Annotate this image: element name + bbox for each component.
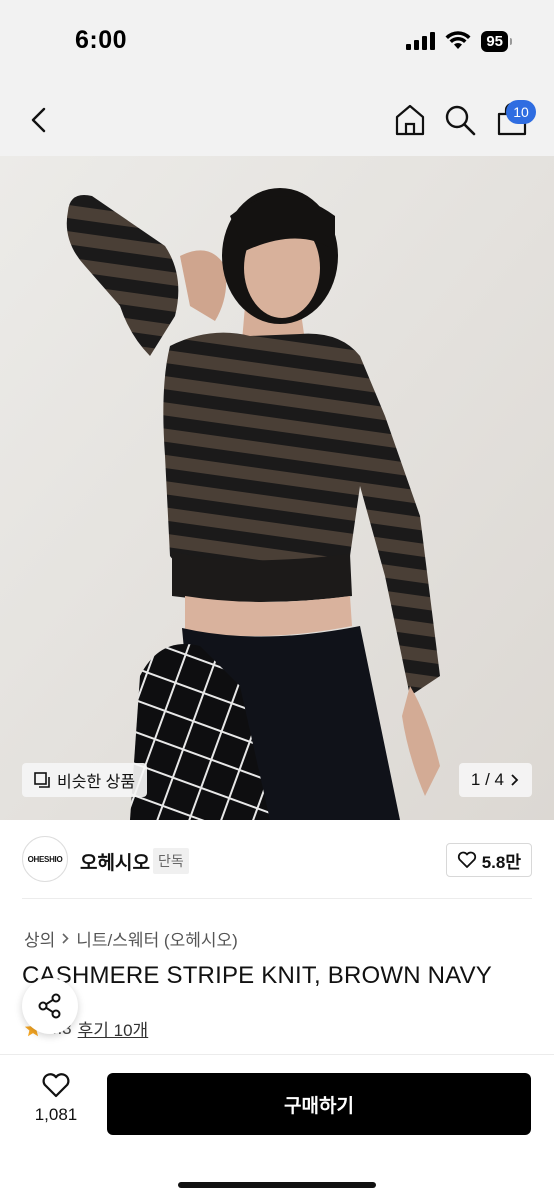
brand-logo[interactable]: OHESHIO (22, 836, 68, 882)
wishlist-count: 1,081 (34, 1105, 78, 1124)
wishlist-button[interactable]: 1,081 (26, 1072, 86, 1132)
breadcrumb-item-subcategory[interactable]: 니트/스웨터 (오헤시오) (76, 926, 238, 951)
share-icon (38, 993, 61, 1019)
home-icon[interactable] (392, 102, 428, 138)
review-link[interactable]: 후기 10개 (78, 1016, 149, 1041)
buy-button[interactable]: 구매하기 (107, 1073, 531, 1135)
heart-icon (457, 851, 476, 868)
similar-products-button[interactable]: 비슷한 상품 (22, 763, 148, 797)
product-photo (0, 156, 554, 820)
chevron-right-icon (511, 774, 519, 786)
search-icon[interactable] (442, 102, 478, 138)
chevron-right-icon (62, 933, 69, 944)
image-page-indicator[interactable]: 1 / 4 (458, 763, 532, 797)
cart-badge: 10 (506, 100, 536, 124)
brand-likes-count: 5.8만 (481, 852, 521, 872)
similar-icon (34, 771, 50, 788)
status-bar: 6:00 95 (0, 0, 554, 84)
brand-name[interactable]: 오헤시오 (80, 848, 150, 875)
product-image[interactable] (0, 156, 554, 820)
share-button[interactable] (22, 978, 78, 1034)
divider (22, 898, 532, 899)
breadcrumb: 상의 니트/스웨터 (오헤시오) (24, 926, 238, 951)
page-indicator-text: 1 / 4 (470, 770, 504, 789)
brand-like-button[interactable]: 5.8만 (445, 843, 532, 877)
status-time: 6:00 (75, 26, 128, 54)
product-title: CASHMERE STRIPE KNIT, BROWN NAVY (22, 962, 493, 989)
wifi-icon (445, 31, 471, 49)
heart-icon (42, 1073, 70, 1098)
nav-bar (0, 84, 554, 156)
home-indicator (178, 1182, 376, 1188)
battery-icon: 95 (481, 30, 512, 52)
signal-icon (406, 32, 436, 50)
exclusive-badge: 단독 (153, 848, 189, 874)
chevron-left-icon[interactable] (24, 104, 56, 136)
similar-label: 비슷한 상품 (57, 774, 136, 791)
status-icons: 95 (406, 30, 512, 52)
breadcrumb-item-category[interactable]: 상의 (24, 926, 55, 951)
